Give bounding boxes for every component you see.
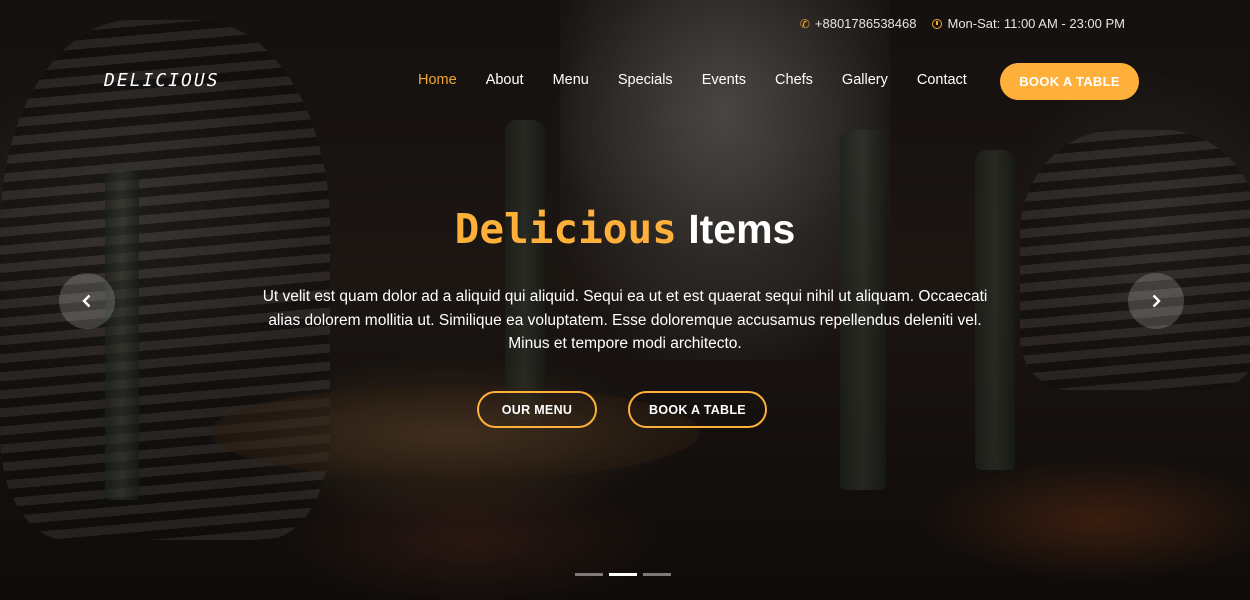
chevron-right-icon (1152, 294, 1161, 308)
nav-item-about[interactable]: About (486, 72, 524, 88)
nav-item-chefs[interactable]: Chefs (775, 72, 813, 88)
book-a-table-header-button[interactable]: BOOK A TABLE (1000, 63, 1139, 100)
hero-title-accent: Delicious (454, 205, 677, 253)
main-nav: Home About Menu Specials Events Chefs Ga… (418, 72, 996, 88)
carousel-prev-button[interactable] (59, 273, 115, 329)
phone-number: +8801786538468 (814, 16, 917, 31)
hero-title-rest: Items (688, 206, 796, 252)
carousel-indicators (575, 573, 671, 576)
hero-title: Delicious Items (0, 205, 1250, 253)
opening-hours: Mon-Sat: 11:00 AM - 23:00 PM (947, 16, 1125, 31)
hero-description: Ut velit est quam dolor ad a aliquid qui… (262, 288, 988, 352)
carousel-indicator-3[interactable] (643, 573, 671, 576)
nav-item-home[interactable]: Home (418, 72, 457, 88)
carousel-indicator-1[interactable] (575, 573, 603, 576)
phone-icon: ✆ (799, 16, 810, 31)
nav-item-events[interactable]: Events (702, 72, 746, 88)
chevron-left-icon (82, 294, 91, 308)
top-info-bar: ✆ +8801786538468 Mon-Sat: 11:00 AM - 23:… (800, 16, 1125, 31)
book-a-table-hero-button[interactable]: BOOK A TABLE (628, 391, 767, 428)
hours-info: Mon-Sat: 11:00 AM - 23:00 PM (932, 16, 1125, 31)
phone-info: ✆ +8801786538468 (800, 16, 917, 31)
nav-item-gallery[interactable]: Gallery (842, 72, 888, 88)
clock-icon (932, 18, 943, 29)
our-menu-button[interactable]: OUR MENU (477, 391, 597, 428)
site-logo[interactable]: DELICIOUS (104, 70, 220, 91)
nav-item-menu[interactable]: Menu (553, 72, 589, 88)
carousel-indicator-2[interactable] (609, 573, 637, 576)
nav-item-contact[interactable]: Contact (917, 72, 967, 88)
carousel-next-button[interactable] (1128, 273, 1184, 329)
nav-item-specials[interactable]: Specials (618, 72, 673, 88)
